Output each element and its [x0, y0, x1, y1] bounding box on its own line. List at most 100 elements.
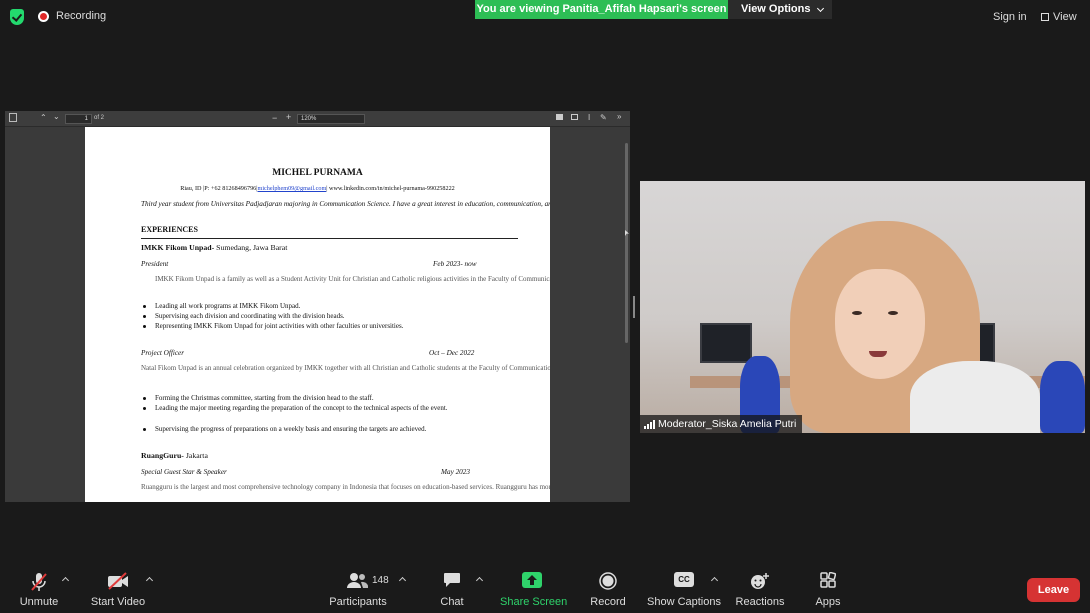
participant-eye	[852, 311, 862, 315]
org-imkk: IMKK Fikom Unpad- Sumedang, Jawa Barat	[141, 243, 287, 252]
record-label: Record	[590, 596, 626, 608]
bullet-item: Representing IMKK Fikom Unpad for joint …	[141, 322, 521, 332]
contact-phone: Riau, ID |P: +62 81268496796|	[180, 185, 258, 192]
bullet-item: Forming the Christmas committee, startin…	[141, 394, 511, 404]
chevron-down-icon	[816, 4, 825, 13]
view-layout-icon	[1041, 13, 1049, 21]
participants-button[interactable]: 148 Participants	[328, 560, 389, 613]
meeting-top-bar: Recording You are viewing Panitia_Afifah…	[0, 0, 1090, 34]
recording-label[interactable]: Recording	[56, 10, 106, 22]
unmute-button[interactable]: Unmute	[14, 560, 64, 613]
contact-email-link[interactable]: michelphem09@gmail.com	[258, 185, 327, 192]
text-select-icon[interactable]: I	[588, 113, 590, 122]
section-heading: EXPERIENCES	[141, 225, 198, 234]
bullet-item: Leading the major meeting regarding the …	[141, 404, 511, 414]
chat-bubble-icon	[444, 573, 460, 587]
view-button[interactable]: View	[1041, 11, 1077, 23]
contact-linkedin: | www.linkedin.com/in/michel-purnama-990…	[326, 185, 455, 192]
org-ruangguru: RuangGuru- Jakarta	[141, 451, 208, 460]
apps-icon	[820, 572, 836, 588]
next-page-icon[interactable]: ⌄	[53, 112, 60, 121]
view-options-button[interactable]: View Options	[728, 0, 832, 19]
role-description: Natal Fikom Unpad is an annual celebrati…	[141, 364, 550, 372]
video-camera-off-icon	[108, 572, 128, 590]
record-icon	[599, 572, 617, 590]
chat-button[interactable]: Chat	[432, 560, 472, 613]
zoom-select[interactable]: 120%	[297, 114, 365, 124]
start-video-button[interactable]: Start Video	[88, 560, 148, 613]
participant-shoulder	[910, 361, 1040, 433]
shared-screen-pdf-viewer[interactable]: ⌃ ⌄ 1 of 2 − + 120% I ✎ » MICHEL PURNAMA…	[5, 111, 630, 502]
prev-page-icon[interactable]: ⌃	[40, 113, 47, 122]
role-description: Ruangguru is the largest and most compre…	[141, 483, 550, 491]
unmute-label: Unmute	[19, 596, 59, 608]
show-captions-button[interactable]: CC Show Captions	[646, 560, 722, 613]
viewing-screen-banner: You are viewing Panitia_Afifah Hapsari's…	[475, 0, 728, 19]
bullet-item: Supervising each division and coordinati…	[141, 312, 521, 322]
page-total-label: of 2	[94, 115, 105, 121]
share-screen-label: Share Screen	[500, 596, 568, 608]
resume-summary: Third year student from Universitas Padj…	[141, 200, 550, 208]
apps-label: Apps	[815, 596, 841, 608]
share-screen-icon	[522, 572, 542, 588]
role-date: Feb 2023- now	[433, 260, 477, 268]
presentation-icon[interactable]	[571, 114, 578, 120]
participants-count: 148	[372, 575, 389, 586]
org-location: Sumedang, Jawa Barat	[214, 243, 288, 252]
zoom-in-button[interactable]: +	[286, 112, 291, 122]
role-title: Special Guest Star & Speaker	[141, 468, 227, 476]
pdf-toolbar: ⌃ ⌄ 1 of 2 − + 120% I ✎ »	[5, 111, 630, 127]
more-tools-icon[interactable]: »	[617, 112, 621, 121]
smiley-plus-icon	[751, 573, 769, 589]
draw-icon[interactable]: ✎	[600, 113, 607, 122]
resume-name: MICHEL PURNAMA	[272, 168, 363, 178]
org-name: RuangGuru-	[141, 451, 184, 460]
signal-strength-icon	[644, 420, 655, 429]
view-label: View	[1053, 11, 1077, 23]
shield-icon[interactable]	[10, 9, 24, 25]
sign-in-link[interactable]: Sign in	[993, 11, 1027, 23]
reactions-label: Reactions	[735, 596, 785, 608]
participants-label: Participants	[329, 596, 387, 608]
role-title: Project Officer	[141, 349, 185, 357]
view-options-label: View Options	[741, 3, 811, 15]
chat-caret-icon[interactable]	[475, 576, 484, 585]
role-date: May 2023	[441, 468, 470, 476]
share-screen-button[interactable]: Share Screen	[500, 560, 568, 613]
apps-button[interactable]: Apps	[808, 560, 848, 613]
record-button[interactable]: Record	[585, 560, 631, 613]
chat-label: Chat	[440, 596, 464, 608]
captions-icon: CC	[674, 572, 694, 587]
recording-icon	[38, 11, 49, 22]
role-description: IMKK Fikom Unpad is a family as well as …	[155, 275, 550, 283]
participant-name-tag: Moderator_Siska Amelia Putri	[640, 415, 803, 433]
background-monitor	[700, 323, 752, 363]
role-date: Oct – Dec 2022	[429, 349, 475, 357]
reactions-button[interactable]: Reactions	[735, 560, 785, 613]
split-view-handle[interactable]	[633, 296, 635, 318]
resume-contact: Riau, ID |P: +62 81268496796|michelphem0…	[85, 185, 550, 192]
org-name: IMKK Fikom Unpad-	[141, 243, 215, 252]
leave-button[interactable]: Leave	[1027, 578, 1080, 602]
bullet-item: Supervising the progress of preparations…	[141, 425, 511, 435]
sidebar-toggle-icon[interactable]	[9, 113, 17, 122]
participant-face	[835, 269, 925, 379]
participant-name: Moderator_Siska Amelia Putri	[658, 418, 797, 430]
page-number-input[interactable]: 1	[65, 114, 92, 124]
role-title: President	[141, 260, 169, 268]
meeting-controls-bar: Unmute Start Video 148 Participants Chat…	[0, 560, 1090, 613]
participants-icon	[347, 573, 368, 588]
show-captions-label: Show Captions	[647, 596, 721, 608]
participants-caret-icon[interactable]	[398, 576, 407, 585]
background-chair	[1040, 361, 1085, 433]
print-icon[interactable]	[556, 114, 563, 120]
section-divider	[141, 238, 518, 239]
participant-eye	[888, 311, 898, 315]
start-video-label: Start Video	[90, 596, 146, 608]
org-location: Jakarta	[183, 451, 208, 460]
pdf-scrollbar[interactable]	[625, 143, 628, 343]
participant-video-tile[interactable]: Moderator_Siska Amelia Putri	[640, 181, 1085, 433]
zoom-out-button[interactable]: −	[272, 113, 277, 123]
microphone-muted-icon	[31, 573, 47, 591]
bullet-item: Leading all work programs at IMKK Fikom …	[141, 302, 521, 312]
